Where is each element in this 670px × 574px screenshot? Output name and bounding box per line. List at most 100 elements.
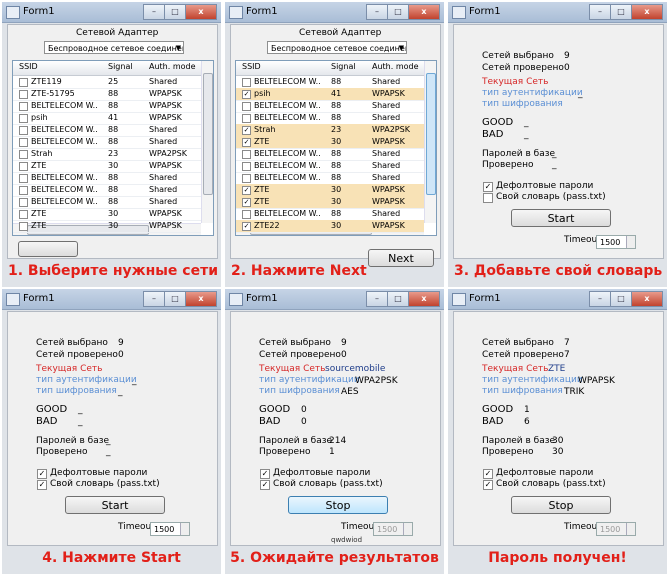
own-dictionary-checkbox[interactable]: ✓ [260, 480, 270, 490]
row-checkbox[interactable]: ✓ [242, 186, 251, 195]
row-checkbox[interactable] [19, 162, 28, 171]
adapter-dropdown[interactable]: Беспроводное сетевое соединени ▼ [44, 41, 184, 54]
row-checkbox[interactable]: ✓ [242, 90, 251, 99]
networks-selected-value: 9 [118, 338, 124, 348]
close-button[interactable]: x [409, 4, 440, 20]
cipher-type-value: TRIK [564, 387, 585, 397]
close-button[interactable]: x [186, 291, 217, 307]
good-label: GOOD [36, 404, 68, 415]
maximize-button[interactable]: □ [165, 4, 186, 20]
network-grid[interactable]: SSID Signal Auth. mode BELTELECOM W... 88… [235, 60, 437, 236]
row-checkbox[interactable] [19, 90, 28, 99]
window-title: Form1 [469, 293, 501, 304]
default-passwords-checkbox[interactable]: ✓ [37, 469, 47, 479]
title-bar[interactable]: Form1 – □ x [448, 2, 667, 23]
stop-button[interactable]: Stop [511, 496, 611, 514]
adapter-dropdown[interactable]: Беспроводное сетевое соединени ▼ [267, 41, 407, 54]
timeout-stepper[interactable]: 1500 [150, 522, 190, 536]
maximize-button[interactable]: □ [388, 4, 409, 20]
row-checkbox[interactable]: ✓ [242, 138, 251, 147]
verified-value: _ [552, 160, 557, 170]
close-button[interactable]: x [186, 4, 217, 20]
title-bar[interactable]: Form1 – □ x [225, 289, 444, 310]
row-checkbox[interactable] [242, 114, 251, 123]
row-checkbox[interactable] [19, 198, 28, 207]
scroll-thumb[interactable] [426, 73, 436, 195]
maximize-button[interactable]: □ [611, 291, 632, 307]
maximize-button[interactable]: □ [165, 291, 186, 307]
row-checkbox[interactable] [19, 210, 28, 219]
minimize-button[interactable]: – [589, 4, 611, 20]
row-checkbox[interactable] [242, 102, 251, 111]
col-auth[interactable]: Auth. mode [372, 62, 419, 71]
title-bar[interactable]: Form1 – □ x [2, 289, 221, 310]
scroll-thumb[interactable] [203, 73, 213, 195]
button[interactable] [18, 241, 78, 257]
minimize-button[interactable]: – [143, 291, 165, 307]
title-bar[interactable]: Form1 – □ x [225, 2, 444, 23]
title-bar[interactable]: Form1 – □ x [448, 289, 667, 310]
stepper-arrows-icon[interactable] [626, 236, 635, 248]
default-passwords-checkbox[interactable]: ✓ [483, 182, 493, 192]
row-checkbox[interactable] [19, 150, 28, 159]
vertical-scrollbar[interactable] [201, 61, 213, 223]
col-auth[interactable]: Auth. mode [149, 62, 196, 71]
vertical-scrollbar[interactable] [424, 61, 436, 223]
auth-cell: Shared [149, 185, 178, 194]
row-checkbox[interactable] [19, 138, 28, 147]
own-dictionary-checkbox[interactable]: ✓ [37, 480, 47, 490]
close-button[interactable]: x [632, 4, 663, 20]
col-ssid[interactable]: SSID [242, 62, 261, 71]
row-checkbox[interactable] [242, 78, 251, 87]
row-checkbox[interactable] [242, 150, 251, 159]
row-checkbox[interactable] [19, 222, 28, 231]
title-bar[interactable]: Form1 – □ x [2, 2, 221, 23]
ssid-cell: BELTELECOM W... [254, 173, 320, 182]
row-checkbox[interactable]: ✓ [242, 126, 251, 135]
row-checkbox[interactable] [242, 210, 251, 219]
stepper-arrows-icon[interactable] [626, 523, 635, 535]
own-dictionary-checkbox[interactable]: ✓ [483, 480, 493, 490]
own-dictionary-checkbox[interactable] [483, 193, 493, 203]
stop-button[interactable]: Stop [288, 496, 388, 514]
close-button[interactable]: x [409, 291, 440, 307]
table-row[interactable]: ZTE 30 WPAPSK [13, 220, 201, 233]
timeout-stepper[interactable]: 1500 [596, 522, 636, 536]
network-grid[interactable]: SSID Signal Auth. mode ZTE119 25 Shared ZTE… [12, 60, 214, 236]
col-signal[interactable]: Signal [108, 62, 133, 71]
minimize-button[interactable]: – [366, 4, 388, 20]
stepper-arrows-icon[interactable] [403, 523, 412, 535]
networks-selected-label: Сетей выбрано [36, 338, 108, 348]
col-ssid[interactable]: SSID [19, 62, 38, 71]
maximize-button[interactable]: □ [611, 4, 632, 20]
minimize-button[interactable]: – [366, 291, 388, 307]
table-row[interactable]: ✓ ZTE22 30 WPAPSK [236, 220, 424, 233]
start-button[interactable]: Start [65, 496, 165, 514]
default-passwords-checkbox[interactable]: ✓ [260, 469, 270, 479]
app-icon [452, 6, 466, 19]
ssid-cell: psih [254, 89, 271, 98]
row-checkbox[interactable]: ✓ [242, 198, 251, 207]
row-checkbox[interactable] [242, 174, 251, 183]
row-checkbox[interactable] [19, 174, 28, 183]
col-signal[interactable]: Signal [331, 62, 356, 71]
minimize-button[interactable]: – [589, 291, 611, 307]
row-checkbox[interactable] [19, 78, 28, 87]
auth-type-value: _ [132, 376, 137, 386]
row-checkbox[interactable]: ✓ [242, 222, 251, 231]
timeout-stepper[interactable]: 1500 [596, 235, 636, 249]
row-checkbox[interactable] [19, 126, 28, 135]
row-checkbox[interactable] [19, 186, 28, 195]
start-button[interactable]: Start [511, 209, 611, 227]
maximize-button[interactable]: □ [388, 291, 409, 307]
row-checkbox[interactable] [242, 162, 251, 171]
ssid-cell: BELTELECOM W... [31, 197, 97, 206]
timeout-stepper[interactable]: 1500 [373, 522, 413, 536]
close-button[interactable]: x [632, 291, 663, 307]
bad-value: _ [524, 130, 529, 140]
minimize-button[interactable]: – [143, 4, 165, 20]
row-checkbox[interactable] [19, 102, 28, 111]
stepper-arrows-icon[interactable] [180, 523, 189, 535]
default-passwords-checkbox[interactable]: ✓ [483, 469, 493, 479]
row-checkbox[interactable] [19, 114, 28, 123]
